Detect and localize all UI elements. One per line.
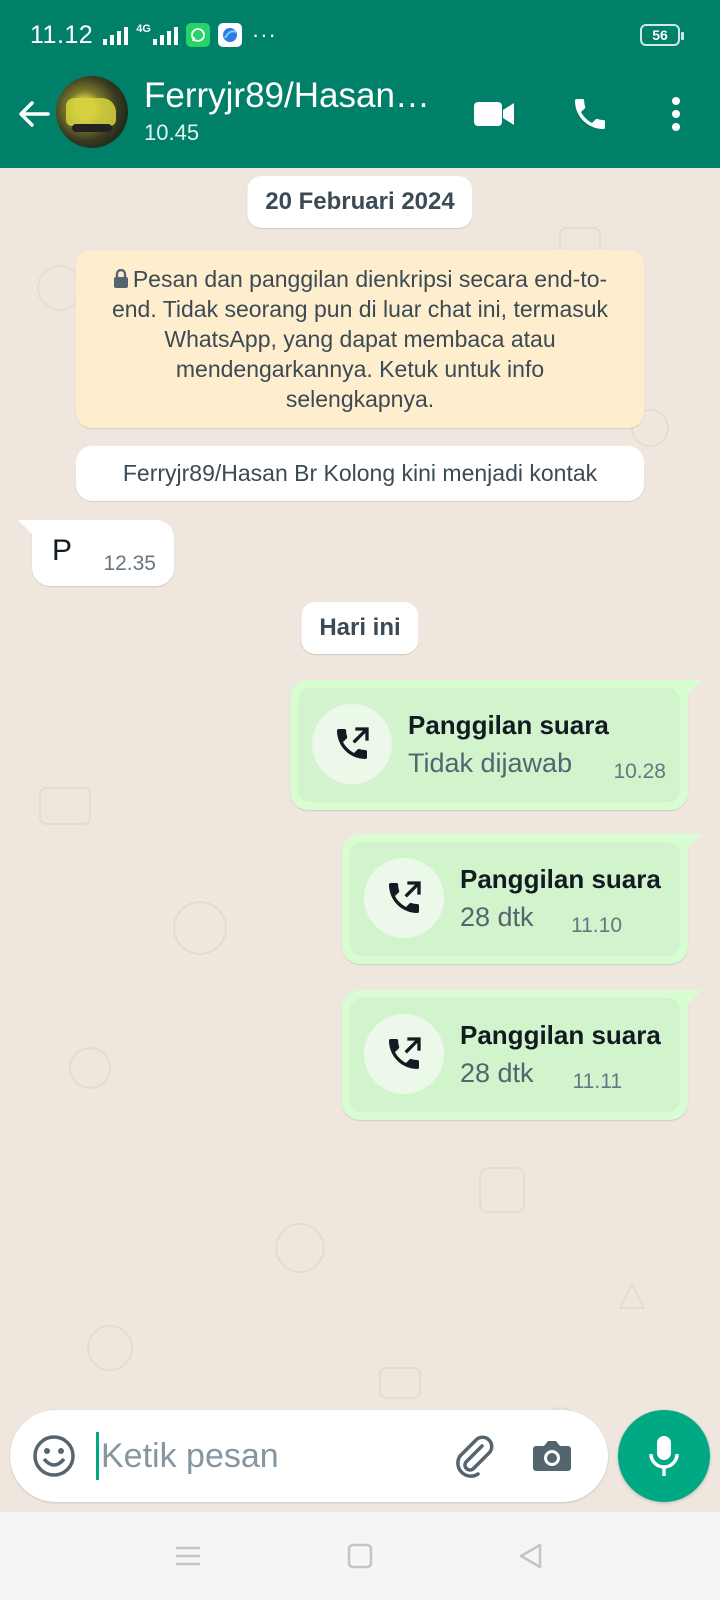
arrow-left-icon[interactable] <box>14 94 54 134</box>
encryption-notice-text: Pesan dan panggilan dienkripsi secara en… <box>111 266 609 412</box>
camera-icon[interactable] <box>528 1432 576 1480</box>
call-title: Panggilan suara <box>460 864 661 894</box>
call-status: Tidak dijawab <box>408 748 573 778</box>
encryption-notice[interactable]: Pesan dan panggilan dienkripsi secara en… <box>76 250 644 428</box>
date-chip-today: Hari ini <box>301 602 419 654</box>
chat-area[interactable]: 20 Februari 2024 Pesan dan panggilan die… <box>0 168 720 1510</box>
contact-name[interactable]: Ferryjr89/Hasan… <box>144 76 434 116</box>
app-header: 11.12 4G ··· 56 Ferryjr89/Hasan… 10.45 <box>0 0 720 168</box>
more-vertical-icon[interactable] <box>652 90 700 138</box>
outgoing-call-icon <box>364 1014 444 1094</box>
status-time: 11.12 <box>30 20 94 49</box>
microphone-icon[interactable] <box>618 1410 710 1502</box>
back-nav-icon[interactable] <box>508 1534 552 1578</box>
app-notification-icon <box>217 23 242 47</box>
system-navigation-bar <box>0 1512 720 1600</box>
message-input[interactable] <box>96 1432 426 1480</box>
message-composer <box>10 1410 608 1502</box>
call-title: Panggilan suara <box>460 1020 661 1050</box>
video-camera-icon[interactable] <box>470 90 518 138</box>
call-message[interactable]: Panggilan suara Tidak dijawab 10.28 <box>290 680 702 810</box>
incoming-message[interactable]: P 12.35 <box>18 520 174 586</box>
date-chip: 20 Februari 2024 <box>247 176 473 228</box>
contact-avatar[interactable] <box>56 76 128 148</box>
contact-added-note: Ferryjr89/Hasan Br Kolong kini menjadi k… <box>76 446 644 501</box>
call-duration: 28 dtk <box>460 902 534 932</box>
call-message[interactable]: Panggilan suara 28 dtk 11.10 <box>342 834 702 964</box>
recent-apps-icon[interactable] <box>166 1534 210 1578</box>
status-bar: 11.12 4G ··· 56 <box>0 0 720 70</box>
network-type: 4G <box>136 23 151 35</box>
signal-icon <box>103 25 129 45</box>
call-card: Panggilan suara Tidak dijawab 10.28 <box>298 688 680 802</box>
phone-icon[interactable] <box>566 90 614 138</box>
home-icon[interactable] <box>338 1534 382 1578</box>
lock-icon <box>113 268 128 288</box>
chat-toolbar: Ferryjr89/Hasan… 10.45 <box>0 72 720 168</box>
message-text: P <box>52 534 73 567</box>
paperclip-icon[interactable] <box>450 1432 498 1480</box>
message-time: 12.35 <box>103 552 156 575</box>
call-title: Panggilan suara <box>408 710 609 740</box>
more-notifications-icon: ··· <box>251 22 277 47</box>
outgoing-call-icon <box>364 858 444 938</box>
last-seen: 10.45 <box>144 120 200 145</box>
call-card: Panggilan suara 28 dtk 11.11 <box>350 998 680 1112</box>
call-time: 11.11 <box>572 1070 622 1093</box>
signal-icon-2 <box>152 25 178 45</box>
call-message[interactable]: Panggilan suara 28 dtk 11.11 <box>342 990 702 1120</box>
call-duration: 28 dtk <box>460 1058 534 1088</box>
battery-icon: 56 <box>640 24 684 46</box>
outgoing-call-icon <box>312 704 392 784</box>
call-card: Panggilan suara 28 dtk 11.10 <box>350 842 680 956</box>
emoji-icon[interactable] <box>30 1432 78 1480</box>
call-time: 11.10 <box>571 914 622 937</box>
call-time: 10.28 <box>613 760 666 783</box>
whatsapp-notification-icon <box>185 23 210 47</box>
